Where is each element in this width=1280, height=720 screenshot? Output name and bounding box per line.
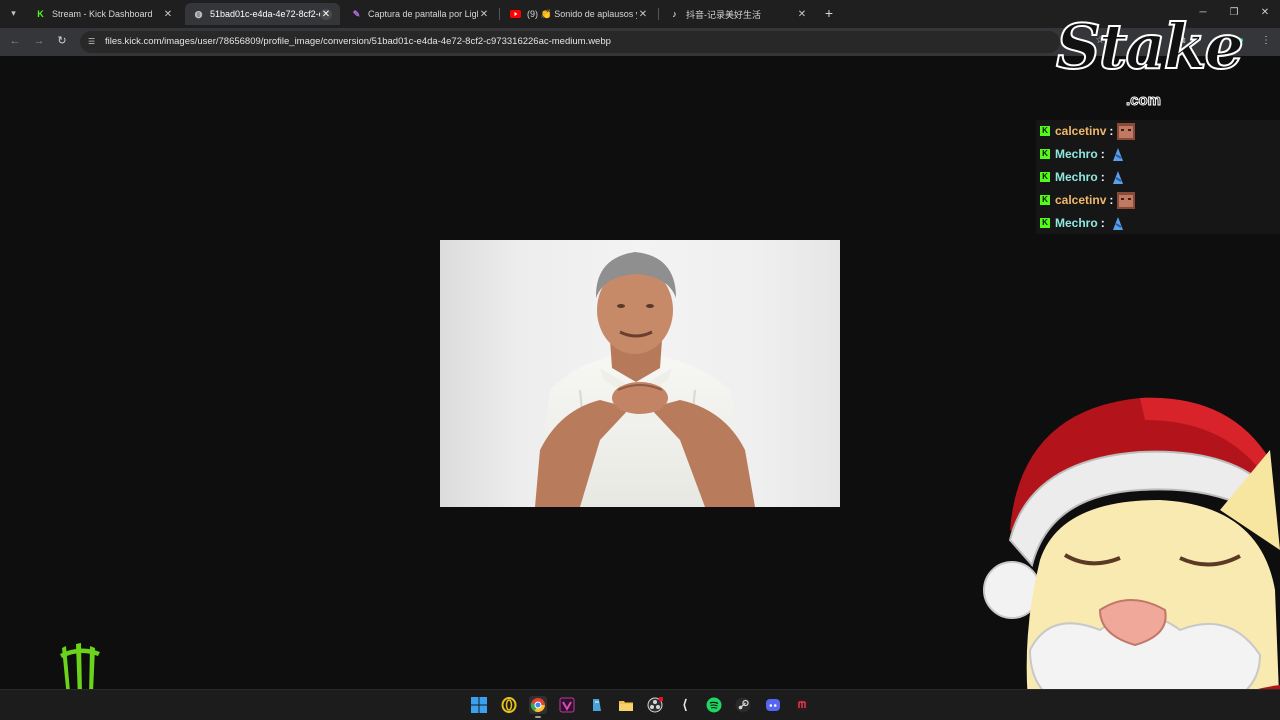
kick-badge-icon: K bbox=[1040, 149, 1050, 159]
kick-icon: K bbox=[37, 9, 44, 19]
tab-webp-image[interactable]: ◍ 51bad01c-e4da-4e72-8cf2-c97 ✕ bbox=[185, 3, 340, 25]
profile-image-man-gesture bbox=[440, 240, 840, 507]
kick-badge-icon: K bbox=[1040, 172, 1050, 182]
chat-separator: : bbox=[1100, 147, 1105, 161]
globe-icon: ◍ bbox=[194, 8, 203, 19]
app-icon[interactable] bbox=[588, 696, 606, 714]
opera-icon[interactable] bbox=[500, 696, 518, 714]
tiktok-icon: ♪ bbox=[672, 9, 677, 19]
tab-search-icon[interactable]: ▾ bbox=[5, 5, 22, 22]
kick-badge-icon: K bbox=[1040, 218, 1050, 228]
blue-emote-icon bbox=[1112, 216, 1123, 230]
forward-icon[interactable]: → bbox=[32, 34, 46, 48]
kick-badge-icon: K bbox=[1040, 126, 1050, 136]
tab-title: Captura de pantalla por Lightshot bbox=[368, 9, 478, 19]
blue-emote-icon bbox=[1112, 147, 1123, 161]
face-emote-icon bbox=[1117, 122, 1136, 140]
close-icon[interactable]: ✕ bbox=[796, 9, 808, 20]
new-tab-button[interactable]: + bbox=[822, 5, 836, 21]
tab-lightshot[interactable]: ✎ Captura de pantalla por Lightshot ✕ bbox=[343, 3, 498, 25]
close-icon[interactable]: ✕ bbox=[162, 9, 174, 20]
chat-message: K calcetinv : bbox=[1040, 121, 1136, 141]
vegas-icon[interactable] bbox=[558, 696, 576, 714]
blue-emote-icon bbox=[1112, 170, 1123, 184]
youtube-icon bbox=[510, 9, 521, 20]
address-bar[interactable]: ☰ files.kick.com/images/user/78656809/pr… bbox=[80, 31, 1060, 53]
tab-title: 抖音-记录美好生活 bbox=[686, 9, 761, 20]
close-icon[interactable]: ✕ bbox=[320, 8, 332, 20]
stake-logo-suffix: .com bbox=[1125, 92, 1162, 110]
red-app-icon[interactable] bbox=[793, 696, 811, 714]
chat-username: Mechro bbox=[1055, 170, 1098, 184]
tab-title: Stream - Kick Dashboard bbox=[52, 9, 153, 19]
tab-title: (9) 👏 Sonido de aplausos y gr bbox=[527, 8, 637, 19]
close-icon[interactable]: ✕ bbox=[637, 9, 649, 20]
steam-icon[interactable] bbox=[734, 696, 752, 714]
chat-separator: : bbox=[1109, 193, 1114, 207]
cat-santa-avatar bbox=[983, 397, 1280, 720]
chat-username: calcetinv bbox=[1055, 124, 1107, 138]
discord-icon[interactable] bbox=[764, 696, 782, 714]
feather-icon: ✎ bbox=[352, 8, 361, 19]
tab-separator bbox=[658, 8, 659, 20]
tab-youtube[interactable]: (9) 👏 Sonido de aplausos y gr ✕ bbox=[502, 3, 657, 25]
chat-separator: : bbox=[1109, 124, 1114, 138]
menu-icon[interactable]: ⋮ bbox=[1260, 35, 1272, 47]
back-icon[interactable]: ← bbox=[8, 34, 22, 48]
chat-message: K Mechro : bbox=[1040, 213, 1127, 233]
chat-message: K calcetinv : bbox=[1040, 190, 1136, 210]
window-close-icon[interactable]: ✕ bbox=[1258, 6, 1272, 20]
chat-username: Mechro bbox=[1055, 147, 1098, 161]
tab-kick-dashboard[interactable]: K Stream - Kick Dashboard ✕ bbox=[27, 3, 182, 25]
close-icon[interactable]: ✕ bbox=[478, 9, 490, 20]
site-info-icon[interactable]: ☰ bbox=[88, 37, 98, 47]
screen: ▾ K Stream - Kick Dashboard ✕ ◍ 51bad01c… bbox=[0, 0, 1280, 720]
chat-username: calcetinv bbox=[1055, 193, 1107, 207]
tab-title: 51bad01c-e4da-4e72-8cf2-c97 bbox=[210, 9, 320, 19]
windows-taskbar: ⟨ bbox=[0, 689, 1280, 720]
face-emote-icon bbox=[1117, 191, 1136, 209]
obs-icon[interactable] bbox=[646, 696, 664, 714]
kick-badge-icon: K bbox=[1040, 195, 1050, 205]
capcut-icon[interactable]: ⟨ bbox=[676, 696, 694, 714]
reload-icon[interactable]: ↻ bbox=[55, 34, 69, 48]
chat-message: K Mechro : bbox=[1040, 144, 1127, 164]
spotify-icon[interactable] bbox=[705, 696, 723, 714]
chat-separator: : bbox=[1100, 216, 1105, 230]
file-explorer-icon[interactable] bbox=[617, 696, 635, 714]
chrome-icon[interactable] bbox=[529, 696, 547, 718]
stream-chat-overlay: K calcetinv : K Mechro : K Mechro : K ca… bbox=[1036, 120, 1280, 234]
url-text[interactable]: files.kick.com/images/user/78656809/prof… bbox=[105, 36, 611, 47]
chat-separator: : bbox=[1100, 170, 1105, 184]
tab-separator bbox=[499, 8, 500, 20]
windows-start-icon[interactable] bbox=[470, 696, 488, 714]
stake-logo-word: Stake bbox=[1055, 9, 1245, 84]
chat-username: Mechro bbox=[1055, 216, 1098, 230]
stake-logo: Stake .com bbox=[1052, 9, 1260, 114]
chat-message: K Mechro : bbox=[1040, 167, 1127, 187]
tab-douyin[interactable]: ♪ 抖音-记录美好生活 ✕ bbox=[661, 3, 816, 25]
